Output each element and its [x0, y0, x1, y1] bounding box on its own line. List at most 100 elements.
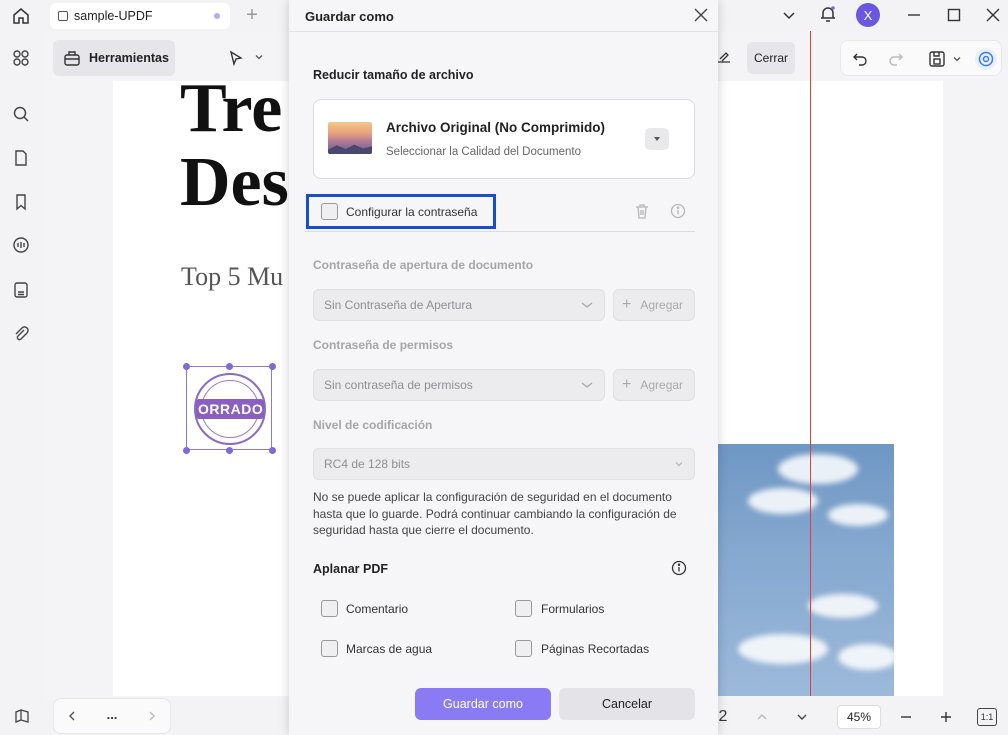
flatten-pdf-title: Aplanar PDF [313, 562, 389, 576]
stamp-text: ORRADO [196, 399, 264, 419]
ai-assistant-icon[interactable] [975, 48, 997, 70]
flatten-forms-checkbox[interactable] [515, 600, 532, 617]
flatten-watermarks-label[interactable]: Marcas de agua [346, 642, 432, 656]
plus-icon: + [622, 376, 632, 393]
file-option-description: Seleccionar la Calidad del Documento [386, 146, 581, 158]
scroll-down-icon[interactable] [794, 709, 810, 725]
flatten-info-icon[interactable] [670, 559, 688, 577]
page-nav-group: ... [53, 698, 171, 734]
scroll-up-icon[interactable] [754, 709, 770, 725]
document-heading-line-1: Tre [180, 70, 283, 147]
minimize-icon[interactable] [905, 6, 923, 24]
security-note: No se puede aplicar la configuración de … [313, 490, 677, 537]
add-permissions-password-label: Agregar [640, 378, 684, 392]
document-icon [58, 11, 68, 21]
resize-handle[interactable] [183, 363, 190, 370]
flatten-comments-label[interactable]: Comentario [346, 602, 408, 616]
pages-icon[interactable] [10, 147, 32, 169]
resize-handle[interactable] [269, 363, 276, 370]
undo-icon[interactable] [851, 50, 869, 68]
open-password-title: Contraseña de apertura de documento [313, 258, 534, 272]
landscape-thumbnail-icon [328, 122, 372, 154]
home-icon[interactable] [10, 5, 32, 27]
flatten-watermarks-checkbox[interactable] [321, 640, 338, 657]
add-open-password-label: Agregar [640, 298, 684, 312]
chevron-down-icon[interactable] [780, 6, 798, 24]
resize-handle[interactable] [183, 447, 190, 454]
document-tab[interactable]: sample-UPDF [50, 3, 230, 29]
attachment-icon[interactable] [10, 323, 32, 345]
resize-handle[interactable] [226, 447, 233, 454]
document-tab-title: sample-UPDF [74, 9, 153, 23]
page-number-fragment: 2 [718, 708, 728, 725]
zoom-level[interactable]: 45% [837, 705, 881, 729]
save-as-dialog: Guardar como Reducir tamaño de archivo A… [289, 0, 718, 735]
document-subtitle: Top 5 Mu [181, 262, 284, 291]
close-icon[interactable] [692, 6, 710, 24]
permissions-password-select[interactable]: Sin contraseña de permisos [313, 369, 605, 401]
close-edit-button[interactable]: Cerrar [747, 42, 795, 74]
tools-label: Herramientas [89, 51, 169, 65]
chevron-down-icon [654, 137, 660, 141]
actual-size-icon[interactable]: 1:1 [977, 708, 997, 726]
cancel-button[interactable]: Cancelar [559, 688, 695, 720]
select-tool-icon[interactable] [226, 48, 246, 68]
save-chevron-icon[interactable] [951, 53, 963, 65]
sign-tool-icon[interactable] [716, 49, 732, 65]
quality-dropdown-button[interactable] [645, 128, 669, 150]
permissions-password-value: Sin contraseña de permisos [324, 378, 473, 392]
file-quality-card[interactable]: Archivo Original (No Comprimido) Selecci… [313, 99, 695, 179]
save-as-button[interactable]: Guardar como [415, 688, 551, 720]
tools-button[interactable]: Herramientas [53, 40, 175, 76]
encoding-level-title: Nivel de codificación [313, 418, 433, 432]
resize-handle[interactable] [269, 447, 276, 454]
password-highlight-box [306, 194, 496, 229]
flatten-cropped-pages-checkbox[interactable] [515, 640, 532, 657]
stamp-selection[interactable]: ORRADO [183, 363, 276, 454]
more-pages-icon[interactable]: ... [102, 706, 122, 722]
right-tool-group [840, 40, 1002, 76]
document-heading-line-2: Des [180, 144, 289, 221]
open-password-value: Sin Contraseña de Apertura [324, 298, 473, 312]
chevron-down-icon [581, 302, 593, 308]
save-icon[interactable] [927, 49, 947, 69]
chevron-down-icon [581, 382, 593, 388]
prev-page-icon[interactable] [64, 708, 80, 724]
new-tab-plus-icon[interactable]: + [242, 4, 262, 26]
redo-icon[interactable] [887, 50, 905, 68]
encoding-level-value: RC4 de 128 bits [324, 457, 411, 471]
stamp-panel-icon[interactable] [10, 279, 32, 301]
add-open-password-button[interactable]: + Agregar [613, 289, 695, 321]
sky-image [718, 444, 894, 696]
flatten-comments-checkbox[interactable] [321, 600, 338, 617]
stamp-seal: ORRADO [194, 373, 266, 445]
flatten-cropped-pages-label[interactable]: Páginas Recortadas [541, 642, 649, 656]
next-page-icon[interactable] [144, 708, 160, 724]
bookmark-icon[interactable] [10, 191, 32, 213]
resize-handle[interactable] [226, 363, 233, 370]
maximize-icon[interactable] [945, 6, 963, 24]
encoding-level-select[interactable]: RC4 de 128 bits [313, 448, 695, 480]
add-permissions-password-button[interactable]: + Agregar [613, 369, 695, 401]
plus-icon: + [622, 296, 632, 313]
flatten-forms-label[interactable]: Formularios [541, 602, 604, 616]
zoom-out-icon[interactable] [898, 709, 914, 725]
panel-toggle-icon[interactable] [12, 706, 32, 726]
zoom-in-icon[interactable] [938, 709, 954, 725]
info-icon[interactable] [669, 202, 687, 220]
comments-icon[interactable] [10, 234, 32, 256]
search-icon[interactable] [10, 103, 32, 125]
thumbnails-icon[interactable] [10, 47, 32, 69]
left-sidebar [0, 31, 44, 735]
permissions-password-title: Contraseña de permisos [313, 338, 454, 352]
window-close-icon[interactable] [984, 6, 1002, 24]
open-password-select[interactable]: Sin Contraseña de Apertura [313, 289, 605, 321]
unsaved-dot-icon [214, 13, 220, 19]
select-tool-chevron-icon[interactable] [252, 50, 266, 64]
trash-icon[interactable] [633, 202, 651, 220]
dialog-divider [289, 31, 718, 32]
user-avatar[interactable]: X [856, 3, 880, 27]
file-option-name: Archivo Original (No Comprimido) [386, 120, 606, 135]
reduce-size-title: Reducir tamaño de archivo [313, 68, 474, 82]
bell-icon[interactable] [818, 4, 838, 24]
